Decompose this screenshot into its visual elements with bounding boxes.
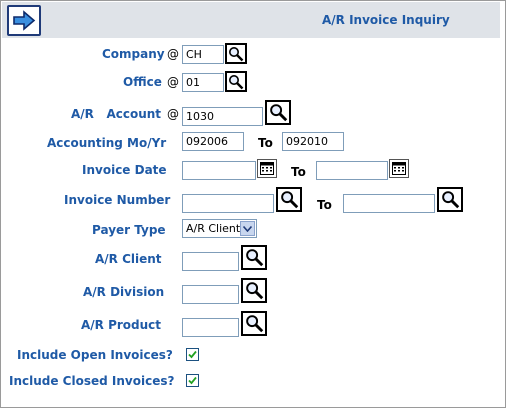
magnifier-icon bbox=[280, 191, 298, 209]
office-lookup-button[interactable] bbox=[225, 71, 247, 92]
page-title: A/R Invoice Inquiry bbox=[322, 13, 450, 27]
checkmark-icon bbox=[188, 376, 197, 385]
accounting-period-label: Accounting Mo/Yr bbox=[47, 136, 167, 150]
invoice-inquiry-panel: A/R Invoice Inquiry Company @ CH Office … bbox=[0, 0, 506, 408]
invoice-date-to-calendar-button[interactable] bbox=[389, 159, 409, 178]
header-bar: A/R Invoice Inquiry bbox=[2, 2, 500, 38]
company-label: Company bbox=[102, 47, 165, 61]
invoice-date-from-calendar-button[interactable] bbox=[257, 159, 277, 178]
ar-client-label: A/R Client bbox=[95, 252, 162, 266]
magnifier-icon bbox=[269, 104, 287, 122]
invoice-number-to-input[interactable] bbox=[343, 194, 435, 213]
calendar-icon bbox=[392, 162, 406, 175]
submit-inquiry-button[interactable] bbox=[7, 5, 41, 36]
payer-type-select[interactable]: A/R Client bbox=[182, 219, 257, 238]
payer-type-label: Payer Type bbox=[92, 223, 166, 237]
include-closed-invoices-label: Include Closed Invoices? bbox=[9, 374, 175, 388]
ar-division-lookup-button[interactable] bbox=[241, 278, 267, 303]
company-lookup-button[interactable] bbox=[225, 43, 247, 64]
invoice-date-label: Invoice Date bbox=[82, 163, 167, 177]
ar-division-label: A/R Division bbox=[83, 285, 165, 299]
checkmark-icon bbox=[188, 350, 197, 359]
invoice-date-to-input[interactable] bbox=[316, 161, 388, 180]
ar-client-lookup-button[interactable] bbox=[241, 245, 267, 270]
ar-account-lookup-button[interactable] bbox=[265, 100, 291, 125]
ar-account-label: A/R Account bbox=[71, 107, 162, 121]
magnifier-icon bbox=[229, 74, 244, 89]
ar-account-input[interactable]: 1030 bbox=[182, 107, 263, 126]
include-closed-invoices-checkbox[interactable] bbox=[186, 374, 199, 387]
ar-client-input[interactable] bbox=[182, 252, 239, 271]
accounting-period-to-label: To bbox=[258, 136, 273, 150]
office-at-symbol: @ bbox=[167, 75, 179, 89]
include-open-invoices-label: Include Open Invoices? bbox=[17, 348, 173, 362]
accounting-period-from-input[interactable]: 092006 bbox=[182, 132, 244, 151]
magnifier-icon bbox=[245, 282, 263, 300]
invoice-date-from-input[interactable] bbox=[182, 161, 256, 180]
include-open-invoices-checkbox[interactable] bbox=[186, 348, 199, 361]
invoice-number-from-lookup-button[interactable] bbox=[276, 187, 302, 212]
invoice-number-label: Invoice Number bbox=[64, 193, 171, 207]
magnifier-icon bbox=[229, 46, 244, 61]
invoice-number-to-label: To bbox=[317, 198, 332, 212]
invoice-date-to-label: To bbox=[291, 165, 306, 179]
magnifier-icon bbox=[245, 249, 263, 267]
ar-product-input[interactable] bbox=[182, 318, 239, 337]
invoice-number-to-lookup-button[interactable] bbox=[437, 187, 463, 212]
accounting-period-to-input[interactable]: 092010 bbox=[282, 132, 344, 151]
calendar-icon bbox=[260, 162, 274, 175]
ar-product-label: A/R Product bbox=[81, 318, 162, 332]
company-at-symbol: @ bbox=[167, 47, 179, 61]
magnifier-icon bbox=[441, 191, 459, 209]
chevron-down-icon[interactable] bbox=[240, 221, 255, 236]
invoice-number-from-input[interactable] bbox=[182, 194, 274, 213]
payer-type-selected-value: A/R Client bbox=[186, 222, 241, 235]
office-input[interactable]: 01 bbox=[182, 73, 224, 92]
company-input[interactable]: CH bbox=[182, 45, 224, 64]
magnifier-icon bbox=[245, 315, 263, 333]
ar-product-lookup-button[interactable] bbox=[241, 311, 267, 336]
ar-account-at-symbol: @ bbox=[167, 107, 179, 121]
ar-division-input[interactable] bbox=[182, 285, 239, 304]
office-label: Office bbox=[123, 75, 162, 89]
arrow-right-icon bbox=[11, 9, 37, 32]
